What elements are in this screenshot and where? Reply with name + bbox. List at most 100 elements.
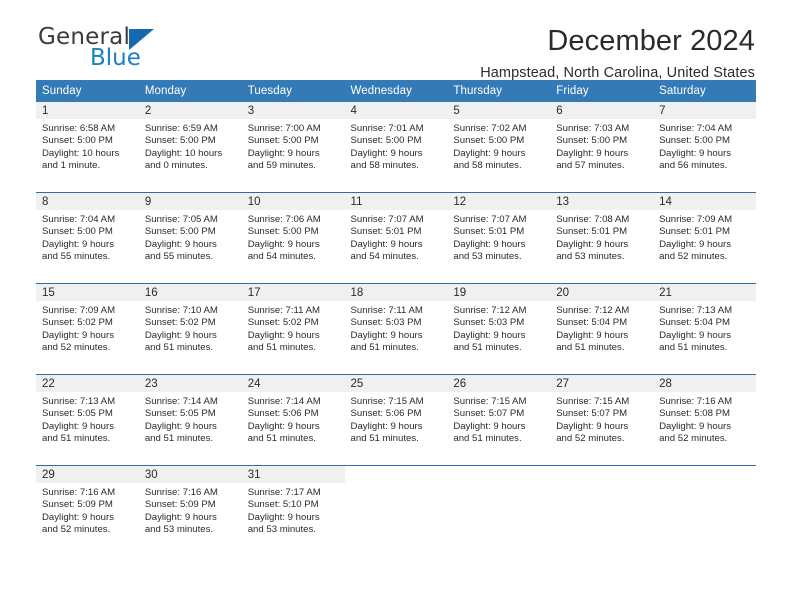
page-subtitle: Hampstead, North Carolina, United States xyxy=(480,65,755,82)
day-cell[interactable]: 13 Sunrise: 7:08 AM Sunset: 5:01 PM Dayligh… xyxy=(550,192,654,284)
daylight-text-line1: Daylight: 9 hours xyxy=(247,329,320,341)
day-cell[interactable]: 25 Sunrise: 7:15 AM Sunset: 5:06 PM Dayligh… xyxy=(344,374,448,466)
day-number: 10 xyxy=(241,193,345,210)
day-cell[interactable]: 22 Sunrise: 7:13 AM Sunset: 5:05 PM Dayligh… xyxy=(36,374,139,466)
day-cell[interactable]: 20 Sunrise: 7:12 AM Sunset: 5:04 PM Dayligh… xyxy=(550,283,654,375)
sunrise-text: Sunrise: 6:58 AM xyxy=(42,123,116,134)
sunset-text: Sunset: 5:00 PM xyxy=(144,226,216,238)
day-cell[interactable]: 11 Sunrise: 7:07 AM Sunset: 5:01 PM Dayligh… xyxy=(344,192,448,284)
sunrise-text: Sunrise: 6:59 AM xyxy=(144,123,218,134)
day-details: Sunrise: 7:01 AM Sunset: 5:00 PM Daylight:… xyxy=(345,119,448,172)
day-cell[interactable]: 21 Sunrise: 7:13 AM Sunset: 5:04 PM Dayligh… xyxy=(653,283,756,375)
day-cell[interactable]: 29 Sunrise: 7:16 AM Sunset: 5:09 PM Dayligh… xyxy=(36,465,139,556)
sunrise-text: Sunrise: 7:11 AM xyxy=(350,305,423,316)
sunset-text: Sunset: 5:00 PM xyxy=(556,135,628,147)
daylight-text-line2: and 51 minutes. xyxy=(247,432,316,444)
sunset-text: Sunset: 5:00 PM xyxy=(247,226,319,238)
sunset-text: Sunset: 5:05 PM xyxy=(42,408,113,420)
day-cell[interactable]: 23 Sunrise: 7:14 AM Sunset: 5:05 PM Dayligh… xyxy=(138,374,242,466)
sunrise-text: Sunrise: 7:12 AM xyxy=(556,305,630,316)
day-cell[interactable]: 3 Sunrise: 7:00 AM Sunset: 5:00 PM Daylight… xyxy=(241,102,345,193)
day-details: Sunrise: 7:14 AM Sunset: 5:05 PM Daylight:… xyxy=(139,392,242,445)
daylight-text-line1: Daylight: 9 hours xyxy=(350,329,423,341)
daylight-text-line2: and 57 minutes. xyxy=(556,159,625,171)
daylight-text-line2: and 58 minutes. xyxy=(350,159,419,171)
sunset-text: Sunset: 5:04 PM xyxy=(556,317,628,329)
daylight-text-line2: and 51 minutes. xyxy=(453,432,522,444)
sunset-text: Sunset: 5:09 PM xyxy=(42,499,113,511)
day-number: 7 xyxy=(653,102,756,119)
daylight-text-line2: and 53 minutes. xyxy=(556,250,625,262)
sunrise-text: Sunrise: 7:15 AM xyxy=(350,396,424,407)
day-cell[interactable]: 9 Sunrise: 7:05 AM Sunset: 5:00 PM Daylight… xyxy=(138,192,242,284)
sunset-text: Sunset: 5:06 PM xyxy=(247,408,319,420)
day-details: Sunrise: 7:16 AM Sunset: 5:08 PM Daylight:… xyxy=(653,392,756,445)
daylight-text-line1: Daylight: 9 hours xyxy=(247,147,320,159)
day-cell-empty xyxy=(550,465,654,556)
daylight-text-line1: Daylight: 9 hours xyxy=(659,420,732,432)
day-cell[interactable]: 15 Sunrise: 7:09 AM Sunset: 5:02 PM Dayligh… xyxy=(36,283,139,375)
day-cell[interactable]: 12 Sunrise: 7:07 AM Sunset: 5:01 PM Dayligh… xyxy=(447,192,551,284)
day-cell[interactable]: 14 Sunrise: 7:09 AM Sunset: 5:01 PM Dayligh… xyxy=(653,192,756,284)
daylight-text-line1: Daylight: 9 hours xyxy=(247,238,320,250)
generalblue-logo[interactable]: General Blue xyxy=(36,26,155,71)
day-cell[interactable]: 30 Sunrise: 7:16 AM Sunset: 5:09 PM Dayligh… xyxy=(138,465,242,556)
daylight-text-line1: Daylight: 9 hours xyxy=(556,329,629,341)
sunset-text: Sunset: 5:01 PM xyxy=(556,226,628,238)
daylight-text-line2: and 52 minutes. xyxy=(659,250,728,262)
day-cell[interactable]: 24 Sunrise: 7:14 AM Sunset: 5:06 PM Dayligh… xyxy=(241,374,345,466)
day-cell[interactable]: 1 Sunrise: 6:58 AM Sunset: 5:00 PM Daylight… xyxy=(36,102,139,193)
daylight-text-line2: and 53 minutes. xyxy=(247,523,316,535)
day-cell[interactable]: 16 Sunrise: 7:10 AM Sunset: 5:02 PM Dayligh… xyxy=(138,283,242,375)
sunset-text: Sunset: 5:05 PM xyxy=(144,408,216,420)
day-number: 28 xyxy=(653,375,756,392)
day-cell[interactable]: 28 Sunrise: 7:16 AM Sunset: 5:08 PM Dayligh… xyxy=(653,374,756,466)
daylight-text-line2: and 51 minutes. xyxy=(42,432,111,444)
day-cell[interactable]: 19 Sunrise: 7:12 AM Sunset: 5:03 PM Dayligh… xyxy=(447,283,551,375)
day-number: 5 xyxy=(447,102,551,119)
daylight-text-line1: Daylight: 9 hours xyxy=(350,147,423,159)
day-cell[interactable]: 8 Sunrise: 7:04 AM Sunset: 5:00 PM Daylight… xyxy=(36,192,139,284)
daylight-text-line2: and 51 minutes. xyxy=(144,432,214,444)
day-cell[interactable]: 7 Sunrise: 7:04 AM Sunset: 5:00 PM Daylight… xyxy=(653,102,756,193)
day-number xyxy=(653,466,756,483)
weekday-header-sunday: Sunday xyxy=(36,80,139,102)
day-number: 15 xyxy=(36,284,139,301)
day-details: Sunrise: 7:16 AM Sunset: 5:09 PM Daylight:… xyxy=(36,483,139,536)
sunset-text: Sunset: 5:07 PM xyxy=(556,408,628,420)
sunset-text: Sunset: 5:08 PM xyxy=(659,408,730,420)
weekday-header-wednesday: Wednesday xyxy=(344,80,448,102)
day-number: 9 xyxy=(138,193,242,210)
sunset-text: Sunset: 5:06 PM xyxy=(350,408,422,420)
day-cell[interactable]: 5 Sunrise: 7:02 AM Sunset: 5:00 PM Daylight… xyxy=(447,102,551,193)
calendar-page: General Blue December 2024 Hampstead, No… xyxy=(0,0,792,612)
day-cell[interactable]: 4 Sunrise: 7:01 AM Sunset: 5:00 PM Daylight… xyxy=(344,102,448,193)
day-cell[interactable]: 17 Sunrise: 7:11 AM Sunset: 5:02 PM Dayligh… xyxy=(241,283,345,375)
day-cell[interactable]: 2 Sunrise: 6:59 AM Sunset: 5:00 PM Daylight… xyxy=(138,102,242,193)
day-cell[interactable]: 26 Sunrise: 7:15 AM Sunset: 5:07 PM Dayligh… xyxy=(447,374,551,466)
daylight-text-line2: and 53 minutes. xyxy=(144,523,214,535)
day-number: 1 xyxy=(36,102,139,119)
daylight-text-line1: Daylight: 9 hours xyxy=(556,238,629,250)
day-cell[interactable]: 27 Sunrise: 7:15 AM Sunset: 5:07 PM Dayligh… xyxy=(550,374,654,466)
day-details: Sunrise: 7:17 AM Sunset: 5:10 PM Daylight:… xyxy=(242,483,345,536)
day-number: 21 xyxy=(653,284,756,301)
day-details: Sunrise: 7:13 AM Sunset: 5:05 PM Daylight:… xyxy=(36,392,139,445)
day-cell[interactable]: 6 Sunrise: 7:03 AM Sunset: 5:00 PM Daylight… xyxy=(550,102,654,193)
daylight-text-line1: Daylight: 9 hours xyxy=(350,238,423,250)
day-cell[interactable]: 18 Sunrise: 7:11 AM Sunset: 5:03 PM Dayligh… xyxy=(344,283,448,375)
logo-text-blue: Blue xyxy=(90,45,141,71)
day-number: 19 xyxy=(447,284,551,301)
sunrise-text: Sunrise: 7:17 AM xyxy=(247,487,321,498)
week-row: 29 Sunrise: 7:16 AM Sunset: 5:09 PM Dayligh… xyxy=(36,465,756,556)
day-details: Sunrise: 7:04 AM Sunset: 5:00 PM Daylight:… xyxy=(653,119,756,172)
sunrise-text: Sunrise: 7:11 AM xyxy=(247,305,321,316)
daylight-text-line2: and 52 minutes. xyxy=(659,432,728,444)
daylight-text-line2: and 56 minutes. xyxy=(659,159,728,171)
week-row: 1 Sunrise: 6:58 AM Sunset: 5:00 PM Daylight… xyxy=(36,102,756,193)
day-details: Sunrise: 7:02 AM Sunset: 5:00 PM Daylight:… xyxy=(447,119,550,172)
daylight-text-line1: Daylight: 9 hours xyxy=(659,238,732,250)
day-cell[interactable]: 31 Sunrise: 7:17 AM Sunset: 5:10 PM Dayligh… xyxy=(241,465,345,556)
sunrise-sunset-calendar: Sunday Monday Tuesday Wednesday Thursday… xyxy=(36,80,756,556)
day-cell[interactable]: 10 Sunrise: 7:06 AM Sunset: 5:00 PM Dayligh… xyxy=(241,192,345,284)
